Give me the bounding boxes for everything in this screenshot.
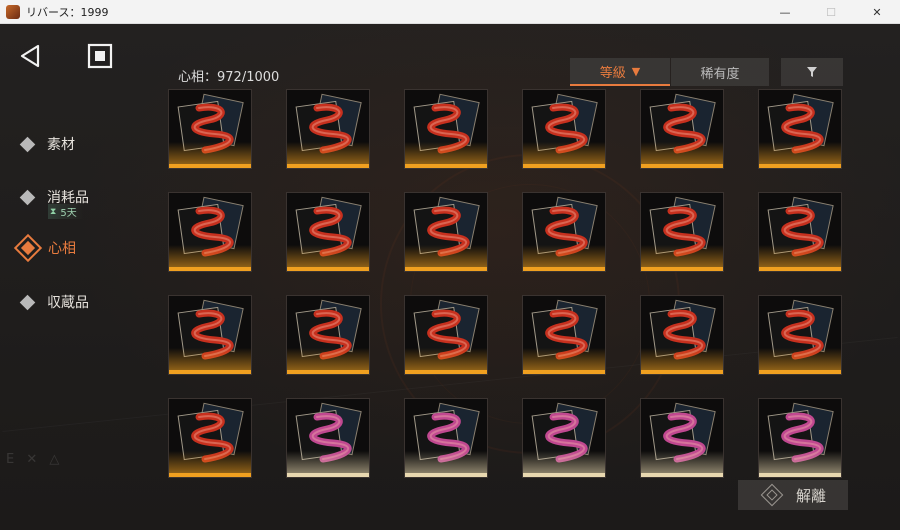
window-title: リバース：1999 [26,5,109,19]
rarity-bar [169,370,251,374]
rarity-bar [287,370,369,374]
sort-rarity-tab[interactable]: 稀有度 [671,58,769,86]
rarity-bar [405,164,487,168]
sort-bar: 等級 ▼ 稀有度 [570,58,844,86]
rarity-bar [287,164,369,168]
psychube-card[interactable] [522,295,606,375]
close-button[interactable]: ✕ [854,0,900,24]
dismantle-label: 解離 [795,486,826,505]
psychube-card[interactable] [168,295,252,375]
back-button[interactable] [18,42,46,70]
rarity-bar [641,164,723,168]
window-titlebar: リバース：1999 — ☐ ✕ [0,0,900,24]
caret-down-icon: ▼ [631,64,641,78]
rarity-bar [405,473,487,477]
diamond-icon [19,189,36,205]
psychube-card[interactable] [286,295,370,375]
category-collection[interactable]: 収蔵品 [19,290,89,314]
psychube-card[interactable] [168,398,252,478]
category-label: 素材 [47,137,75,153]
category-label: 収蔵品 [47,295,89,311]
rarity-bar [523,370,605,374]
hourglass-icon: ⧗ [50,206,57,217]
rarity-bar [523,267,605,271]
active-diamond-icon [13,233,43,263]
rarity-bar [641,473,723,477]
psychube-card[interactable] [404,89,488,169]
rarity-bar [759,267,841,271]
psychube-card[interactable] [758,398,842,478]
psychube-card[interactable] [168,89,252,169]
category-materials[interactable]: 素材 [19,132,75,156]
rarity-bar [169,164,251,168]
filter-button[interactable] [781,58,843,86]
psychube-card[interactable] [286,89,370,169]
psychube-card[interactable] [522,89,606,169]
psychube-card[interactable] [286,398,370,478]
rarity-bar [641,370,723,374]
rarity-bar [523,473,605,477]
window-controls: — ☐ ✕ [762,0,900,24]
back-triangle-icon [20,44,40,68]
psychube-card[interactable] [522,398,606,478]
psychube-card[interactable] [286,192,370,272]
rarity-bar [287,267,369,271]
rarity-bar [759,370,841,374]
psychube-card[interactable] [168,192,252,272]
rarity-bar [405,370,487,374]
app-icon [6,4,20,19]
psychube-card[interactable] [404,192,488,272]
minimize-button[interactable]: — [762,0,808,24]
diamond-icon [19,294,36,310]
psychube-card[interactable] [522,192,606,272]
home-button[interactable] [86,42,114,70]
timer-text: 5天 [60,208,77,219]
psychube-card[interactable] [640,295,724,375]
psychube-card[interactable] [404,398,488,478]
psychube-count: 心相：972/1000 [178,70,280,85]
filter-funnel-icon [807,67,817,77]
game-viewport: E ✕ △ 素材 消耗品 心相 収蔵品 ⧗ 5天 心相：972/1000 等級 … [0,24,900,530]
rarity-bar [287,473,369,477]
sort-rarity-label: 稀有度 [700,66,740,82]
psychube-card[interactable] [640,398,724,478]
diamond-icon [19,136,36,152]
home-square-icon [87,43,113,69]
rarity-bar [169,473,251,477]
corner-decoration: E ✕ △ [6,452,64,467]
rarity-bar [759,473,841,477]
category-label: 心相 [48,241,76,257]
psychube-card[interactable] [758,89,842,169]
maximize-button[interactable]: ☐ [808,0,854,24]
psychube-card[interactable] [758,295,842,375]
dismantle-icon [760,483,784,507]
psychube-card[interactable] [404,295,488,375]
psychube-card[interactable] [640,192,724,272]
psychube-card[interactable] [758,192,842,272]
psychube-grid [168,89,848,479]
rarity-bar [169,267,251,271]
rarity-bar [759,164,841,168]
rarity-bar [405,267,487,271]
consumable-timer-badge: ⧗ 5天 [48,204,83,219]
dismantle-button[interactable]: 解離 [738,480,848,510]
psychube-card[interactable] [640,89,724,169]
rarity-bar [641,267,723,271]
category-psychube[interactable]: 心相 [13,233,76,263]
sort-level-tab[interactable]: 等級 ▼ [570,58,670,86]
sort-level-label: 等級 [599,65,626,81]
rarity-bar [523,164,605,168]
